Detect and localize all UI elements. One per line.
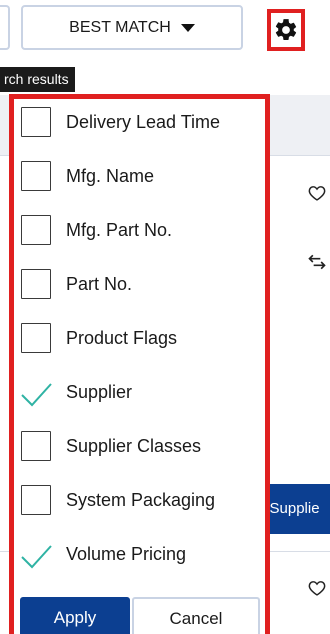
column-option-system-packaging[interactable]: System Packaging bbox=[21, 480, 261, 520]
heart-icon[interactable] bbox=[308, 185, 326, 201]
check-icon[interactable] bbox=[19, 375, 53, 409]
caret-down-icon bbox=[180, 23, 195, 32]
column-option-mfg-part-no[interactable]: Mfg. Part No. bbox=[21, 210, 261, 250]
checkbox[interactable] bbox=[21, 485, 51, 515]
column-option-label: Product Flags bbox=[66, 327, 178, 348]
settings-button[interactable] bbox=[267, 9, 305, 51]
column-option-part-no[interactable]: Part No. bbox=[21, 264, 261, 304]
column-option-label: Volume Pricing bbox=[66, 543, 187, 564]
column-option-label: Part No. bbox=[66, 273, 133, 294]
column-option-label: Mfg. Name bbox=[66, 165, 155, 186]
column-option-label: Delivery Lead Time bbox=[66, 111, 221, 132]
heart-icon[interactable] bbox=[308, 580, 326, 596]
checkbox[interactable] bbox=[21, 431, 51, 461]
checkbox[interactable] bbox=[21, 323, 51, 353]
column-option-delivery-lead-time[interactable]: Delivery Lead Time bbox=[21, 102, 261, 142]
checkbox[interactable] bbox=[21, 215, 51, 245]
check-icon[interactable] bbox=[19, 537, 53, 571]
checkbox[interactable] bbox=[21, 107, 51, 137]
swap-icon[interactable] bbox=[307, 252, 327, 272]
column-option-supplier[interactable]: Supplier bbox=[21, 372, 261, 412]
column-option-label: Supplier Classes bbox=[66, 435, 202, 456]
checkbox[interactable] bbox=[21, 161, 51, 191]
column-chooser-popup: Delivery Lead Time Mfg. Name Mfg. Part N… bbox=[9, 94, 270, 634]
apply-button[interactable]: Apply bbox=[20, 597, 130, 634]
column-option-product-flags[interactable]: Product Flags bbox=[21, 318, 261, 358]
column-option-label: Mfg. Part No. bbox=[66, 219, 173, 240]
sort-dropdown-label: BEST MATCH bbox=[69, 18, 171, 36]
partial-input-box[interactable] bbox=[0, 5, 10, 50]
column-option-volume-pricing[interactable]: Volume Pricing bbox=[21, 534, 261, 574]
sort-dropdown[interactable]: BEST MATCH bbox=[21, 5, 243, 50]
search-results-tooltip: rch results bbox=[0, 67, 75, 92]
column-option-supplier-classes[interactable]: Supplier Classes bbox=[21, 426, 261, 466]
column-option-label: Supplier bbox=[66, 381, 133, 402]
checkbox[interactable] bbox=[21, 269, 51, 299]
gear-icon bbox=[275, 19, 297, 40]
column-option-mfg-name[interactable]: Mfg. Name bbox=[21, 156, 261, 196]
column-option-label: System Packaging bbox=[66, 489, 216, 510]
cancel-button[interactable]: Cancel bbox=[132, 597, 260, 634]
